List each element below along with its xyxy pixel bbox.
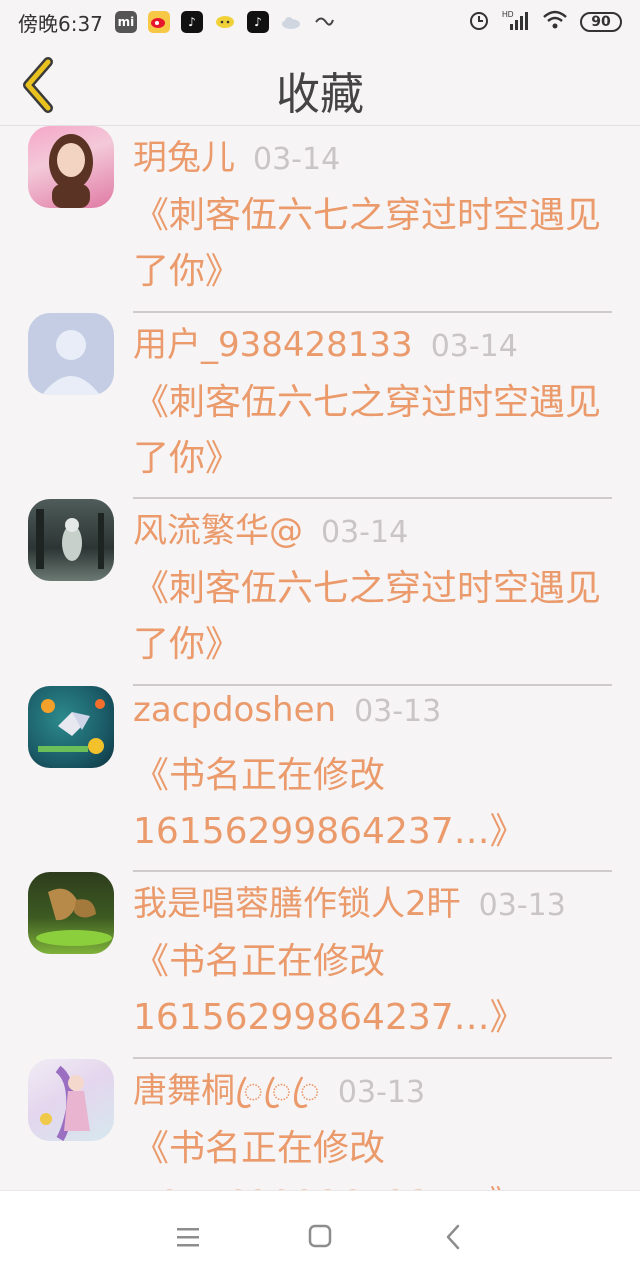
status-time: 傍晚6:37 — [18, 11, 103, 36]
date: 03-13 — [337, 1074, 426, 1110]
username[interactable]: 我是唱蓉膳作锁人2盰 — [133, 876, 461, 925]
tiktok-icon: ♪ — [180, 11, 203, 33]
book-title[interactable]: 《刺客伍六七之穿过时空遇见了你》 — [133, 561, 603, 673]
item-text: 唐舞桐ꦿꦿꦿ 03-13 《书名正在修改1615629986423​7…》 — [133, 1063, 620, 1191]
item-header: zacpdoshen 03-13 — [133, 690, 620, 740]
item-header: 唐舞桐ꦿꦿꦿ 03-13 — [133, 1063, 620, 1113]
page-title: 收藏 — [276, 69, 364, 120]
chat-bubble-icon — [214, 11, 236, 33]
home-button[interactable] — [302, 1219, 338, 1255]
status-right: HD 90 — [468, 9, 622, 36]
avatar — [28, 126, 114, 208]
username[interactable]: 用户_938428133 — [133, 317, 413, 366]
book-title[interactable]: 《刺客伍六七之穿过时空遇见了你》 — [133, 375, 603, 487]
list-item[interactable]: 用户_938428133 03-14 《刺客伍六七之穿过时空遇见了你》 — [0, 312, 640, 499]
header-bar: 收藏 — [0, 44, 640, 126]
list-item[interactable]: zacpdoshen 03-13 《书名正在修改1615629986423​7…… — [0, 685, 640, 872]
battery-indicator: 90 — [580, 12, 622, 32]
status-bar: 傍晚6:37 mi ♪ ♪ HD 90 — [0, 0, 640, 44]
tiktok-icon: ♪ — [246, 11, 269, 33]
mi-store-icon: mi — [114, 11, 137, 33]
username[interactable]: 玥兔儿 — [133, 130, 235, 179]
item-text: 玥兔儿 03-14 《刺客伍六七之穿过时空遇见了你》 — [133, 130, 620, 300]
signal-icon: HD — [502, 9, 530, 36]
date: 03-14 — [321, 515, 409, 550]
list-item[interactable]: 风流繁华@ 03-14 《刺客伍六七之穿过时空遇见了你》 — [0, 499, 640, 686]
list-item[interactable]: 玥兔儿 03-14 《刺客伍六七之穿过时空遇见了你》 — [0, 126, 640, 313]
back-triangle-icon — [446, 1224, 460, 1250]
swirl-icon — [313, 11, 335, 33]
date: 03-14 — [430, 328, 518, 364]
nav-back-button[interactable] — [436, 1219, 472, 1255]
book-title[interactable]: 《刺客伍六七之穿过时空遇见了你》 — [133, 188, 603, 300]
menu-icon — [177, 1228, 199, 1247]
item-text: 用户_938428133 03-14 《刺客伍六七之穿过时空遇见了你》 — [133, 317, 620, 487]
item-header: 玥兔儿 03-14 — [133, 130, 620, 180]
book-title[interactable]: 《书名正在修改1615629986423​7…》 — [133, 934, 603, 1046]
date: 03-13 — [354, 693, 442, 729]
avatar — [28, 312, 114, 395]
screen: 傍晚6:37 mi ♪ ♪ HD 90 收藏 玥兔儿 03-14 《刺客伍六七之… — [0, 0, 640, 1280]
avatar — [28, 685, 114, 768]
item-text: 我是唱蓉膳作锁人2盰 03-13 《书名正在修改1615629986423​7…… — [133, 876, 620, 1046]
avatar — [28, 1058, 114, 1141]
username[interactable]: 风流繁华@ — [133, 503, 303, 552]
item-text: 风流繁华@ 03-14 《刺客伍六七之穿过时空遇见了你》 — [133, 503, 620, 673]
item-header: 风流繁华@ 03-14 — [133, 503, 620, 553]
system-nav-bar — [0, 1190, 640, 1280]
home-square-icon — [308, 1224, 332, 1248]
list-item[interactable]: 我是唱蓉膳作锁人2盰 03-13 《书名正在修改1615629986423​7…… — [0, 872, 640, 1059]
item-text: zacpdoshen 03-13 《书名正在修改1615629986423​7…… — [133, 690, 620, 860]
book-title[interactable]: 《书名正在修改1615629986423​7…》 — [133, 1121, 603, 1191]
date: 03-13 — [478, 888, 566, 923]
alarm-icon — [468, 9, 490, 36]
cloud-icon — [280, 11, 302, 33]
item-header: 我是唱蓉膳作锁人2盰 03-13 — [133, 876, 620, 926]
avatar — [28, 872, 114, 954]
wifi-icon — [542, 10, 568, 35]
book-title[interactable]: 《书名正在修改1615629986423​7…》 — [133, 748, 603, 860]
username[interactable]: zacpdoshen — [133, 690, 336, 730]
date: 03-14 — [253, 142, 341, 177]
list-item[interactable]: 唐舞桐ꦿꦿꦿ 03-13 《书名正在修改1615629986423​7…》 — [0, 1058, 640, 1191]
svg-text:HD: HD — [502, 10, 514, 19]
menu-button[interactable] — [170, 1219, 206, 1255]
avatar — [28, 499, 114, 581]
weibo-icon — [147, 11, 170, 33]
item-header: 用户_938428133 03-14 — [133, 317, 620, 367]
favorites-list: 玥兔儿 03-14 《刺客伍六七之穿过时空遇见了你》 用户_938428133 … — [0, 126, 640, 1190]
